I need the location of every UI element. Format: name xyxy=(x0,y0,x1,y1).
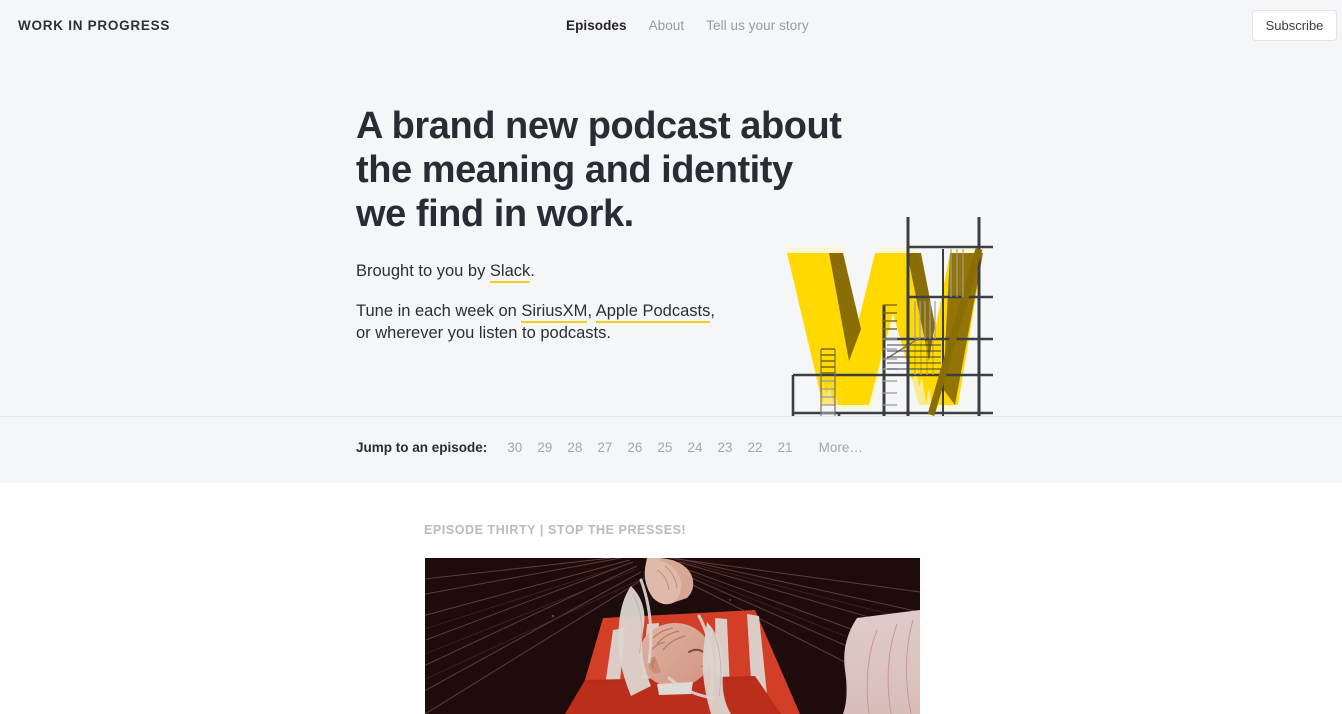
jump-episode-26[interactable]: 26 xyxy=(627,440,642,455)
hero-section: A brand new podcast about the meaning an… xyxy=(0,52,1342,471)
sponsor-suffix-text: . xyxy=(530,262,535,280)
sleeping-person-illustration-icon xyxy=(425,558,920,714)
nav-item-tell-us-your-story[interactable]: Tell us your story xyxy=(706,17,809,34)
jump-episode-29[interactable]: 29 xyxy=(537,440,552,455)
page-root: WORK IN PROGRESS Episodes About Tell us … xyxy=(0,0,1342,714)
subscribe-button[interactable]: Subscribe xyxy=(1252,10,1337,41)
apple-podcasts-link[interactable]: Apple Podcasts xyxy=(595,302,711,323)
tune-suffix-text: , xyxy=(710,302,715,320)
tune-prefix-text: Tune in each week on xyxy=(356,302,522,320)
siriusxm-link[interactable]: SiriusXM xyxy=(521,302,588,323)
episode-artwork[interactable] xyxy=(425,558,920,714)
jump-episode-28[interactable]: 28 xyxy=(567,440,582,455)
tune-separator-text: , xyxy=(587,302,596,320)
jump-episode-23[interactable]: 23 xyxy=(717,440,732,455)
jump-to-episode-inner: Jump to an episode: 30 29 28 27 26 25 24… xyxy=(356,440,863,455)
main-navigation: Episodes About Tell us your story xyxy=(566,17,809,34)
jump-episode-25[interactable]: 25 xyxy=(657,440,672,455)
site-logo[interactable]: WORK IN PROGRESS xyxy=(18,18,170,33)
jump-episode-22[interactable]: 22 xyxy=(748,440,763,455)
jump-episode-27[interactable]: 27 xyxy=(597,440,612,455)
jump-episode-30[interactable]: 30 xyxy=(507,440,522,455)
nav-item-about[interactable]: About xyxy=(649,17,685,34)
hero-title-line-2: the meaning and identity xyxy=(356,149,793,191)
jump-episode-24[interactable]: 24 xyxy=(687,440,702,455)
nav-item-episodes[interactable]: Episodes xyxy=(566,17,627,34)
jump-episode-21[interactable]: 21 xyxy=(778,440,793,455)
latest-episode-section: EPISODE THIRTY | STOP THE PRESSES! xyxy=(0,483,1342,714)
jump-more-link[interactable]: More… xyxy=(819,440,863,455)
tune-line-2-text: or wherever you listen to podcasts. xyxy=(356,324,611,342)
jump-to-episode-label: Jump to an episode: xyxy=(356,440,488,455)
jump-to-episode-bar: Jump to an episode: 30 29 28 27 26 25 24… xyxy=(0,416,1342,483)
site-header: WORK IN PROGRESS Episodes About Tell us … xyxy=(0,0,1342,52)
sponsor-prefix-text: Brought to you by xyxy=(356,262,490,280)
hero-title-line-3: we find in work. xyxy=(356,193,634,235)
episode-kicker[interactable]: EPISODE THIRTY | STOP THE PRESSES! xyxy=(424,523,686,537)
slack-link[interactable]: Slack xyxy=(489,262,531,283)
hero-title-line-1: A brand new podcast about xyxy=(356,105,842,147)
